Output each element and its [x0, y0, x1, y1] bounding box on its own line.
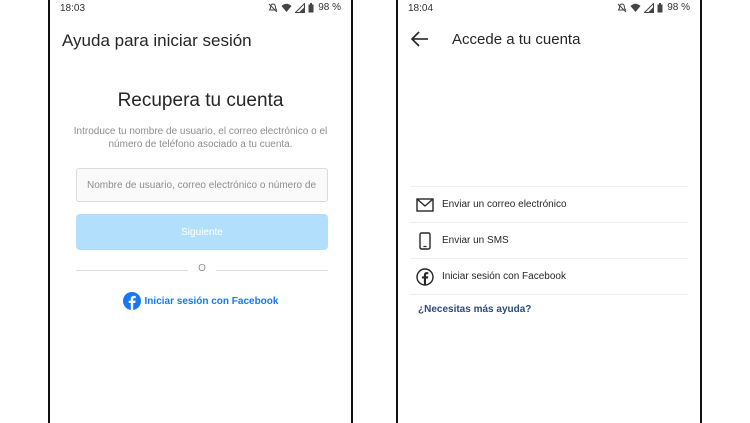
- option-label: Iniciar sesión con Facebook: [442, 271, 566, 282]
- or-divider: O: [76, 263, 328, 277]
- mute-icon: [268, 2, 278, 12]
- option-send-email[interactable]: Enviar un correo electrónico: [410, 186, 688, 222]
- account-identifier-input[interactable]: [76, 168, 328, 202]
- divider-line-right: [216, 270, 328, 271]
- facebook-login-link[interactable]: Iniciar sesión con Facebook: [50, 292, 351, 310]
- option-send-sms[interactable]: Enviar un SMS: [410, 222, 688, 258]
- envelope-icon: [414, 194, 436, 216]
- facebook-icon: [414, 266, 436, 288]
- option-label: Enviar un correo electrónico: [442, 199, 567, 210]
- option-facebook-login[interactable]: Iniciar sesión con Facebook: [410, 258, 688, 294]
- instructions-text: Introduce tu nombre de usuario, el corre…: [73, 126, 328, 150]
- status-icons: 98 %: [617, 2, 690, 13]
- facebook-icon: [122, 292, 141, 310]
- recovery-options-list: Enviar un correo electrónico Enviar un S…: [410, 186, 688, 295]
- battery-icon: [657, 2, 663, 12]
- page-title: Accede a tu cuenta: [452, 31, 581, 48]
- status-time: 18:03: [60, 3, 86, 14]
- status-bar: 18:04 98 %: [398, 0, 700, 16]
- page-title: Recupera tu cuenta: [117, 90, 284, 111]
- status-bar: 18:03 98 %: [50, 0, 351, 16]
- status-time: 18:04: [408, 3, 434, 14]
- phone-screen-recover: 18:03 98 % Ayuda para iniciar sesión Rec…: [48, 0, 353, 423]
- battery-icon: [308, 2, 314, 12]
- list-divider: [410, 294, 688, 295]
- back-arrow-icon[interactable]: [410, 30, 430, 48]
- phone-screen-access: 18:04 98 % Accede a tu cuenta Enviar un …: [396, 0, 702, 423]
- page-header: Ayuda para iniciar sesión: [62, 31, 252, 50]
- battery-level: 98 %: [667, 2, 690, 13]
- wifi-icon: [630, 3, 641, 12]
- signal-icon: [295, 2, 306, 13]
- facebook-login-label: Iniciar sesión con Facebook: [144, 295, 279, 307]
- status-icons: 98 %: [268, 2, 341, 13]
- wifi-icon: [281, 3, 292, 12]
- option-label: Enviar un SMS: [442, 235, 509, 246]
- mute-icon: [617, 2, 627, 12]
- next-button[interactable]: Siguiente: [76, 214, 328, 250]
- need-more-help-link[interactable]: ¿Necesitas más ayuda?: [418, 304, 531, 315]
- battery-level: 98 %: [318, 2, 341, 13]
- phone-icon: [414, 230, 436, 252]
- signal-icon: [644, 2, 655, 13]
- or-label: O: [198, 263, 206, 274]
